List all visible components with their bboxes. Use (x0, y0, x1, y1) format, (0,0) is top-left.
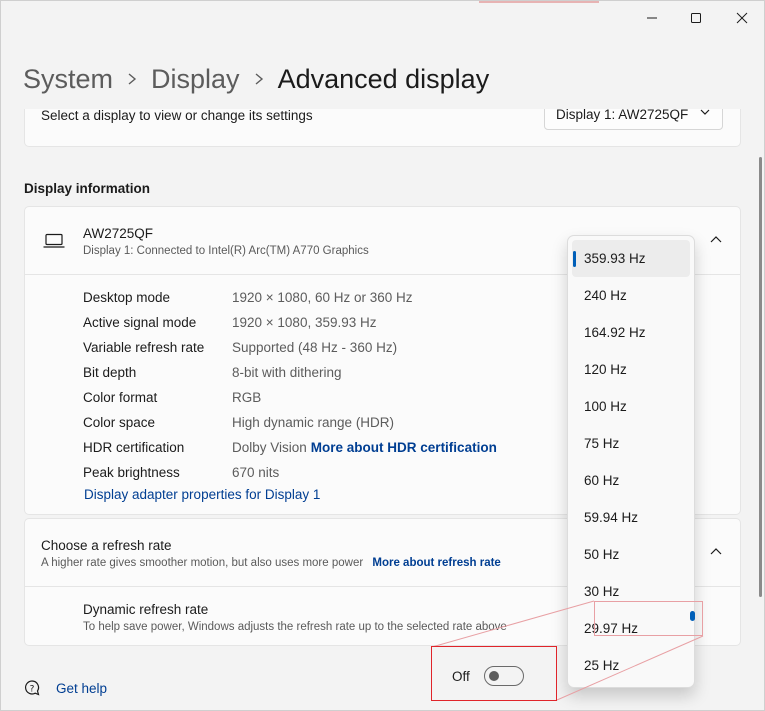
help-chat-icon: ? (24, 680, 40, 696)
info-row-color-format: Color format RGB (83, 385, 497, 410)
info-key: Variable refresh rate (83, 340, 205, 355)
toggle-state-label: Off (452, 669, 470, 684)
svg-text:?: ? (30, 685, 35, 695)
refresh-option[interactable]: 59.94 Hz (568, 499, 694, 536)
info-value: 8-bit with dithering (232, 365, 342, 380)
display-select-value: Display 1: AW2725QF (556, 109, 689, 122)
info-value: Dolby Vision (232, 440, 307, 455)
close-button[interactable] (719, 5, 765, 31)
refresh-option[interactable]: 60 Hz (568, 462, 694, 499)
page-title: Advanced display (277, 63, 490, 94)
info-key: HDR certification (83, 440, 185, 455)
info-value: RGB (232, 390, 262, 405)
info-row-desktop-mode: Desktop mode 1920 × 1080, 60 Hz or 360 H… (83, 285, 497, 310)
refresh-option[interactable]: 75 Hz (568, 425, 694, 462)
info-row-active-signal-mode: Active signal mode 1920 × 1080, 359.93 H… (83, 310, 497, 335)
refresh-rate-subtitle: A higher rate gives smoother motion, but… (41, 557, 501, 569)
refresh-option[interactable]: 25 Hz (568, 647, 694, 684)
refresh-option[interactable]: 164.92 Hz (568, 314, 694, 351)
minimize-button[interactable] (629, 5, 675, 31)
display-select[interactable]: Display 1: AW2725QF (544, 109, 723, 130)
monitor-connection: Display 1: Connected to Intel(R) Arc(TM)… (83, 245, 369, 257)
vertical-scrollbar[interactable] (759, 157, 762, 597)
info-value: 1920 × 1080, 60 Hz or 360 Hz (232, 290, 413, 305)
dynamic-refresh-rate-toggle[interactable] (484, 666, 524, 686)
chevron-up-icon (710, 236, 722, 243)
display-information-title: Display information (24, 181, 151, 196)
info-value: 670 nits (232, 465, 280, 480)
info-row-peak-brightness: Peak brightness 670 nits (83, 460, 497, 485)
dynamic-refresh-rate-title: Dynamic refresh rate (83, 602, 209, 617)
info-value: Supported (48 Hz - 360 Hz) (232, 340, 398, 355)
close-icon (736, 12, 748, 24)
info-row-bit-depth: Bit depth 8-bit with dithering (83, 360, 497, 385)
maximize-icon (691, 13, 701, 23)
info-row-hdr-certification: HDR certification Dolby Vision More abou… (83, 435, 497, 460)
refresh-option[interactable]: 240 Hz (568, 277, 694, 314)
info-key: Color space (83, 415, 156, 430)
info-key: Desktop mode (83, 290, 171, 305)
refresh-rate-description: A higher rate gives smoother motion, but… (41, 557, 364, 569)
chevron-down-icon (700, 109, 710, 115)
chevron-right-icon (127, 72, 137, 86)
breadcrumb-display[interactable]: Display (151, 64, 240, 95)
select-display-card: Select a display to view or change its s… (24, 109, 741, 147)
maximize-button[interactable] (673, 5, 719, 31)
minimize-icon (647, 17, 657, 19)
display-info-list: Desktop mode 1920 × 1080, 60 Hz or 360 H… (83, 285, 497, 485)
monitor-name: AW2725QF (83, 226, 154, 241)
zoom-source-highlight (594, 601, 703, 636)
settings-window: System Display Advanced display Select a… (0, 0, 765, 711)
info-value: High dynamic range (HDR) (232, 415, 395, 430)
select-display-label: Select a display to view or change its s… (41, 109, 313, 123)
laptop-icon (43, 233, 65, 248)
dynamic-refresh-rate-subtitle: To help save power, Windows adjusts the … (83, 621, 507, 633)
refresh-option[interactable]: 120 Hz (568, 351, 694, 388)
info-row-variable-refresh-rate: Variable refresh rate Supported (48 Hz -… (83, 335, 497, 360)
display-adapter-properties-link[interactable]: Display adapter properties for Display 1 (84, 487, 320, 502)
refresh-rate-title: Choose a refresh rate (41, 538, 172, 553)
info-key: Peak brightness (83, 465, 180, 480)
info-value: 1920 × 1080, 359.93 Hz (232, 315, 377, 330)
breadcrumb: System Display Advanced display (23, 57, 489, 101)
info-key: Color format (83, 390, 158, 405)
breadcrumb-system[interactable]: System (23, 64, 113, 95)
toggle-knob (489, 671, 499, 681)
refresh-option[interactable]: 50 Hz (568, 536, 694, 573)
get-help-link[interactable]: Get help (56, 681, 107, 696)
info-key: Bit depth (83, 365, 137, 380)
title-bar-accent (479, 1, 599, 3)
info-key: Active signal mode (83, 315, 197, 330)
refresh-option[interactable]: 100 Hz (568, 388, 694, 425)
refresh-option-selected[interactable]: 359.93 Hz (572, 240, 690, 277)
hdr-certification-link[interactable]: More about HDR certification (311, 440, 497, 455)
get-help[interactable]: ? Get help (23, 679, 107, 697)
chevron-right-icon (254, 72, 264, 86)
chevron-up-icon (710, 548, 722, 555)
refresh-rate-link[interactable]: More about refresh rate (372, 557, 500, 569)
dynamic-refresh-toggle-zoom: Off (431, 646, 557, 701)
info-row-color-space: Color space High dynamic range (HDR) (83, 410, 497, 435)
